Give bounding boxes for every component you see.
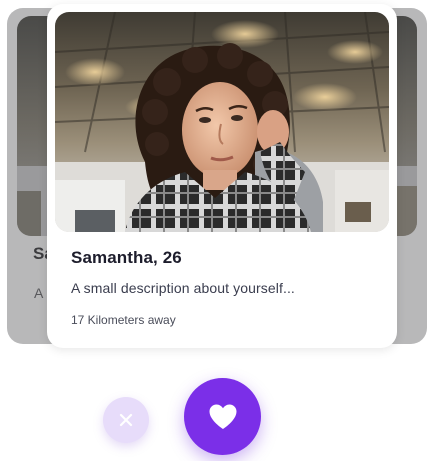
profile-description: A small description about yourself...: [71, 280, 295, 296]
profile-name-age: Samantha, 26: [71, 248, 182, 267]
dislike-button[interactable]: [103, 397, 149, 443]
profile-distance: 17 Kilometers away: [71, 313, 176, 327]
profile-card[interactable]: Samantha, 26 A small description about y…: [47, 4, 397, 348]
swipe-stage: Sa A Samantha, 26 A small description ab…: [0, 0, 434, 461]
profile-photo: [55, 12, 389, 232]
like-button[interactable]: [184, 378, 261, 455]
close-icon: [119, 413, 133, 427]
next-profile-description: A: [34, 285, 44, 301]
heart-icon: [208, 403, 238, 430]
